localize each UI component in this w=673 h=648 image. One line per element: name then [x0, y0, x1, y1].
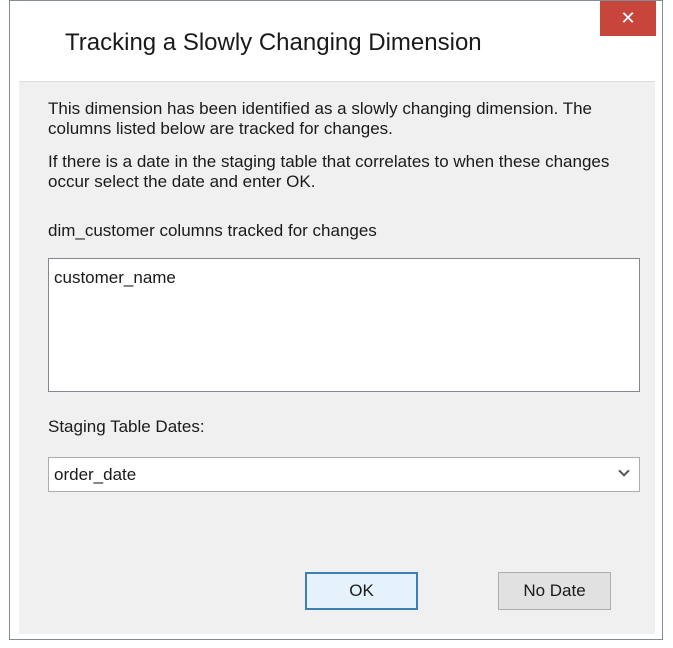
- tracked-columns-list[interactable]: customer_name: [48, 258, 640, 392]
- close-button[interactable]: ✕: [600, 1, 656, 36]
- close-icon: ✕: [620, 8, 636, 28]
- intro-text: This dimension has been identified as a …: [48, 99, 593, 138]
- tracked-columns-label: dim_customer columns tracked for changes: [48, 221, 377, 240]
- dialog-title: Tracking a Slowly Changing Dimension: [65, 29, 482, 56]
- staging-dates-value: order_date: [54, 465, 137, 484]
- dialog-window: Tracking a Slowly Changing Dimension ✕ T…: [9, 0, 663, 640]
- list-item[interactable]: customer_name: [54, 268, 176, 288]
- dialog-body: This dimension has been identified as a …: [19, 81, 655, 634]
- staging-dates-label: Staging Table Dates:: [48, 417, 205, 436]
- no-date-button[interactable]: No Date: [498, 572, 611, 610]
- date-instruction-text: If there is a date in the staging table …: [48, 152, 610, 191]
- staging-dates-select[interactable]: order_date: [48, 457, 640, 492]
- chevron-down-icon: [618, 465, 630, 477]
- ok-button[interactable]: OK: [305, 572, 418, 610]
- title-bar: Tracking a Slowly Changing Dimension ✕: [10, 1, 662, 81]
